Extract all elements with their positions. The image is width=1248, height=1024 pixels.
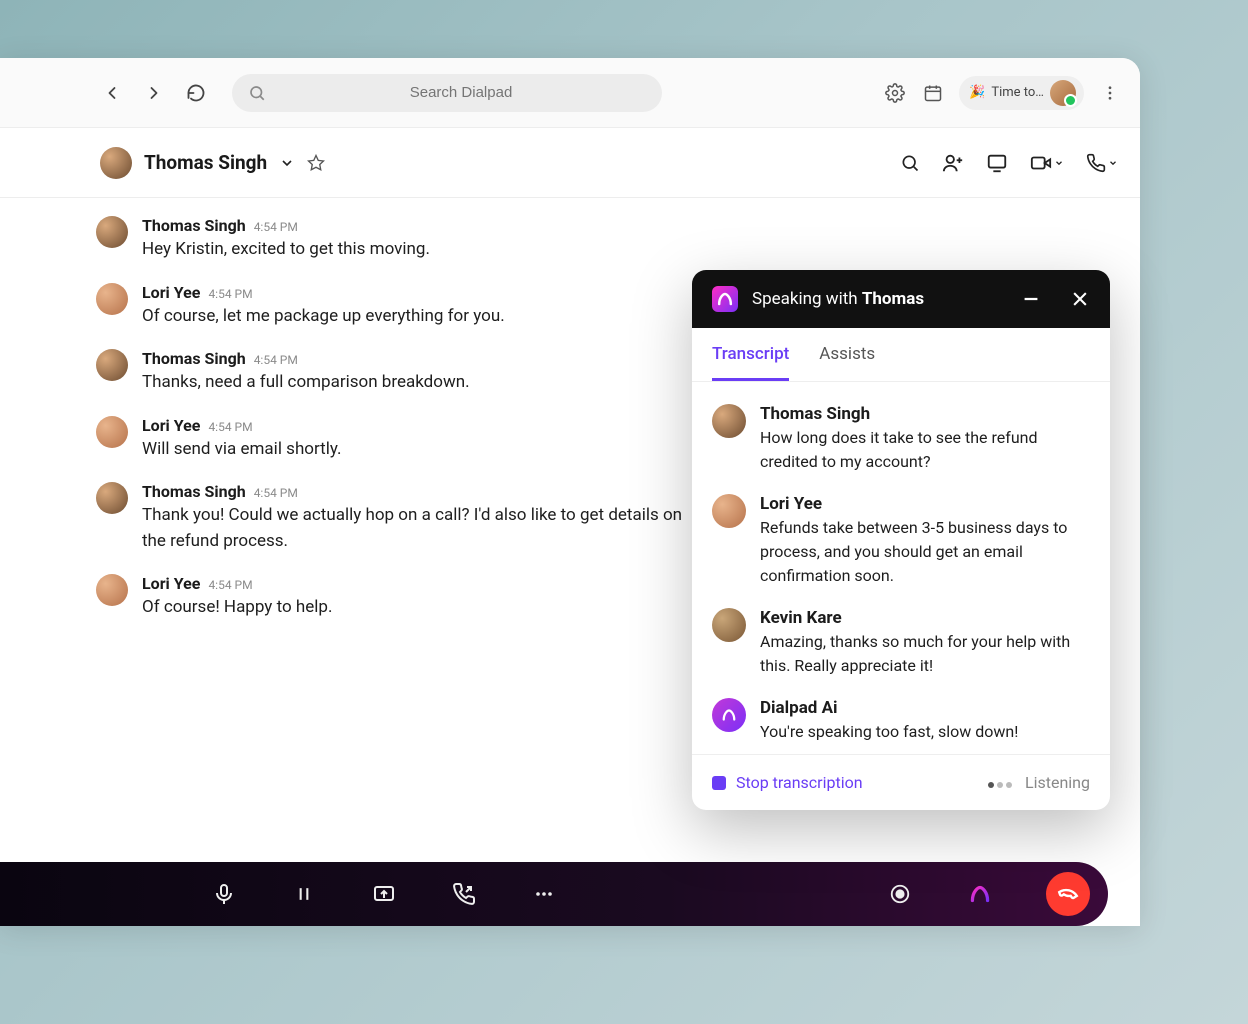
message-text: Hey Kristin, excited to get this moving. (142, 237, 430, 263)
star-icon[interactable] (307, 154, 325, 172)
transcript-text: How long does it take to see the refund … (760, 426, 1090, 474)
ai-tabs: Transcript Assists (692, 328, 1110, 382)
conversation-header: Thomas Singh (0, 128, 1140, 198)
search-in-conv-icon[interactable] (900, 153, 920, 173)
ai-panel-title: Speaking with Thomas (752, 289, 924, 309)
transcript-avatar (712, 608, 746, 642)
ai-panel-footer: Stop transcription Listening (692, 754, 1110, 810)
hold-button[interactable] (290, 880, 318, 908)
transcript-row: Thomas Singh How long does it take to se… (712, 404, 1090, 474)
message-text: Of course! Happy to help. (142, 595, 332, 621)
transcript-author: Lori Yee (760, 494, 1090, 514)
video-call-icon[interactable] (1030, 152, 1064, 174)
listening-dots-icon (988, 773, 1015, 792)
call-bar (0, 862, 1108, 926)
toolbar: 🎉 Time to… (0, 58, 1140, 128)
transfer-call-button[interactable] (450, 880, 478, 908)
conversation-title: Thomas Singh (144, 151, 267, 174)
record-button[interactable] (886, 880, 914, 908)
message-time: 4:54 PM (208, 578, 252, 592)
stop-transcription-button[interactable]: Stop transcription (712, 773, 863, 792)
message-avatar (96, 216, 128, 248)
calendar-button[interactable] (921, 81, 945, 105)
message-author: Thomas Singh (142, 349, 246, 368)
contact-avatar (100, 147, 132, 179)
message-avatar (96, 482, 128, 514)
message-row: Thomas Singh 4:54 PM Hey Kristin, excite… (96, 216, 1100, 263)
message-author: Lori Yee (142, 283, 200, 302)
phone-call-icon[interactable] (1086, 153, 1118, 173)
message-text: Of course, let me package up everything … (142, 304, 505, 330)
transcript-avatar (712, 404, 746, 438)
transcript-author: Dialpad Ai (760, 698, 1018, 718)
message-avatar (96, 349, 128, 381)
message-text: Thanks, need a full comparison breakdown… (142, 370, 470, 396)
ai-logo-icon (712, 286, 738, 312)
back-button[interactable] (100, 81, 124, 105)
refresh-button[interactable] (184, 81, 208, 105)
more-menu-button[interactable] (1098, 81, 1122, 105)
message-time: 4:54 PM (254, 353, 298, 367)
transcript-row: Dialpad Ai You're speaking too fast, slo… (712, 698, 1090, 744)
tab-assists[interactable]: Assists (819, 328, 875, 381)
status-emoji: 🎉 (969, 85, 985, 100)
chevron-down-icon[interactable] (279, 155, 295, 171)
transcript-row: Kevin Kare Amazing, thanks so much for y… (712, 608, 1090, 678)
transcript-avatar (712, 698, 746, 732)
message-text: Will send via email shortly. (142, 437, 342, 463)
message-text: Thank you! Could we actually hop on a ca… (142, 503, 702, 554)
transcript-text: Amazing, thanks so much for your help wi… (760, 630, 1090, 678)
transcript-author: Thomas Singh (760, 404, 1090, 424)
message-time: 4:54 PM (208, 287, 252, 301)
message-author: Lori Yee (142, 416, 200, 435)
user-avatar (1050, 80, 1076, 106)
search-input[interactable] (276, 84, 646, 101)
transcript-text: You're speaking too fast, slow down! (760, 720, 1018, 744)
message-time: 4:54 PM (254, 220, 298, 234)
hangup-button[interactable] (1046, 872, 1090, 916)
add-person-icon[interactable] (942, 152, 964, 174)
message-avatar (96, 574, 128, 606)
ai-brand-icon[interactable] (966, 880, 994, 908)
mute-button[interactable] (210, 880, 238, 908)
message-avatar (96, 283, 128, 315)
transcript-avatar (712, 494, 746, 528)
conversation-actions (900, 152, 1118, 174)
forward-button[interactable] (142, 81, 166, 105)
message-author: Lori Yee (142, 574, 200, 593)
message-author: Thomas Singh (142, 216, 246, 235)
nav-icons (100, 81, 208, 105)
ai-transcript-list: Thomas Singh How long does it take to se… (692, 382, 1110, 754)
status-text: Time to… (991, 85, 1044, 100)
transcript-author: Kevin Kare (760, 608, 1090, 628)
tab-transcript[interactable]: Transcript (712, 328, 789, 381)
search-icon (248, 84, 266, 102)
share-screen-button[interactable] (370, 880, 398, 908)
more-options-button[interactable] (530, 880, 558, 908)
minimize-icon[interactable] (1020, 288, 1042, 310)
message-author: Thomas Singh (142, 482, 246, 501)
listening-indicator: Listening (988, 773, 1090, 792)
ai-panel-header: Speaking with Thomas (692, 270, 1110, 328)
message-time: 4:54 PM (208, 420, 252, 434)
stop-icon (712, 776, 726, 790)
ai-panel: Speaking with Thomas Transcript Assists … (692, 270, 1110, 810)
transcript-text: Refunds take between 3-5 business days t… (760, 516, 1090, 588)
transcript-row: Lori Yee Refunds take between 3-5 busine… (712, 494, 1090, 588)
message-avatar (96, 416, 128, 448)
search-box[interactable] (232, 74, 662, 112)
settings-button[interactable] (883, 81, 907, 105)
close-icon[interactable] (1070, 289, 1090, 309)
screen-share-icon[interactable] (986, 152, 1008, 174)
message-time: 4:54 PM (254, 486, 298, 500)
status-pill[interactable]: 🎉 Time to… (959, 76, 1084, 110)
